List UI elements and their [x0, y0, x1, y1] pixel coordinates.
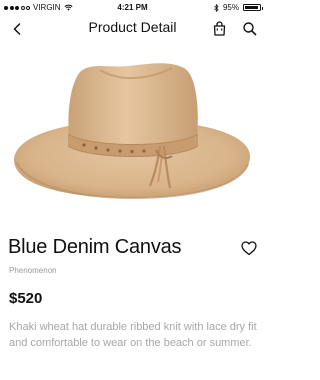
status-right: 95% [214, 0, 263, 15]
brand-name: Phenomenon [9, 266, 57, 275]
bluetooth-icon [214, 3, 219, 12]
status-bar: VIRGIN 4:21 PM 95% [0, 0, 265, 15]
shopping-bag-icon[interactable] [212, 21, 227, 36]
product-name: Blue Denim Canvas [8, 236, 182, 258]
search-icon[interactable] [242, 21, 257, 36]
battery-icon [243, 4, 263, 11]
battery-percent: 95% [222, 3, 239, 12]
product-price: $520 [9, 290, 43, 307]
navigation-bar: Product Detail [0, 15, 265, 43]
product-description: Khaki wheat hat durable ribbed knit with… [9, 321, 257, 349]
heart-outline-icon[interactable] [241, 241, 257, 256]
product-image [13, 63, 251, 200]
